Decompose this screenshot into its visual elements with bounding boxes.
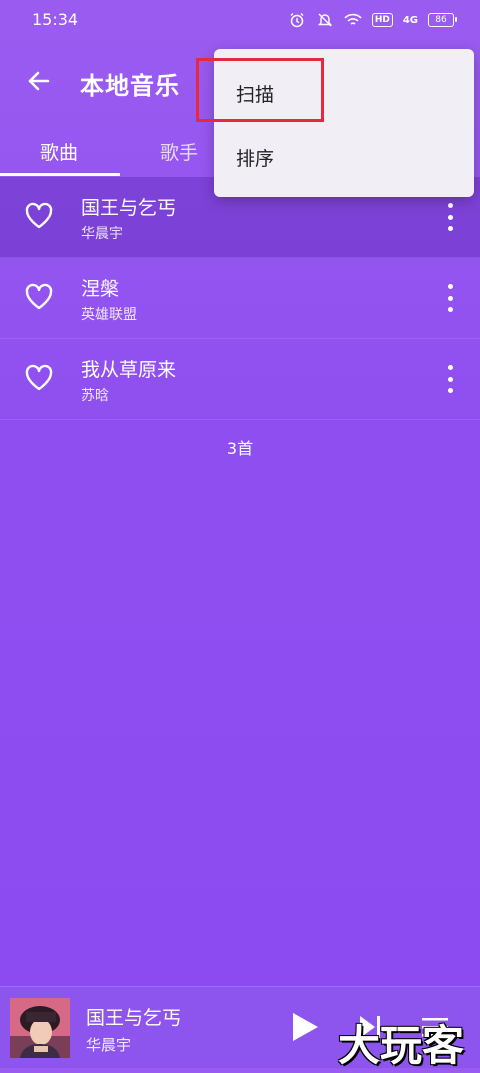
wifi-icon (344, 11, 362, 29)
more-options-icon[interactable] (442, 365, 458, 393)
song-title: 涅槃 (81, 278, 120, 300)
song-list: 国王与乞丐 华晨宇 涅槃 英雄联盟 我从草原来 苏晗 (0, 177, 480, 420)
back-button[interactable] (22, 64, 56, 98)
hd-badge: HD (371, 13, 393, 27)
status-icons: HD 4G 86 (288, 11, 457, 29)
status-bar: 15:34 HD 4G 86 (0, 0, 480, 42)
song-title: 我从草原来 (81, 359, 177, 381)
song-row[interactable]: 涅槃 英雄联盟 (0, 258, 480, 339)
alarm-icon (288, 11, 306, 29)
tab-artists[interactable]: 歌手 (160, 138, 198, 165)
song-count: 3首 (226, 439, 254, 458)
battery-level: 86 (435, 14, 447, 25)
more-options-icon[interactable] (442, 203, 458, 231)
heart-icon[interactable] (24, 364, 54, 392)
tab-songs[interactable]: 歌曲 (40, 138, 78, 165)
song-title: 国王与乞丐 (81, 197, 177, 219)
battery-icon: 86 (428, 13, 457, 27)
player-artist: 华晨宇 (86, 1036, 132, 1054)
more-options-icon[interactable] (442, 284, 458, 312)
tab-indicator (0, 173, 120, 176)
song-artist: 华晨宇 (81, 226, 123, 242)
album-cover[interactable] (10, 998, 70, 1058)
play-icon (293, 1013, 318, 1041)
song-row[interactable]: 我从草原来 苏晗 (0, 339, 480, 420)
song-artist: 英雄联盟 (81, 307, 137, 323)
signal-icon: 4G (402, 14, 418, 26)
watermark: 大玩客 (338, 1021, 465, 1070)
song-artist: 苏晗 (81, 388, 109, 404)
play-button[interactable] (290, 1011, 320, 1043)
player-title: 国王与乞丐 (86, 1007, 182, 1029)
arrow-left-icon (28, 71, 50, 91)
heart-icon[interactable] (24, 202, 54, 230)
status-time: 15:34 (32, 10, 79, 29)
page-title: 本地音乐 (80, 72, 180, 100)
highlight-box (196, 58, 324, 122)
mute-bell-icon (316, 11, 334, 29)
menu-item-sort[interactable]: 排序 (236, 144, 274, 171)
heart-icon[interactable] (24, 283, 54, 311)
